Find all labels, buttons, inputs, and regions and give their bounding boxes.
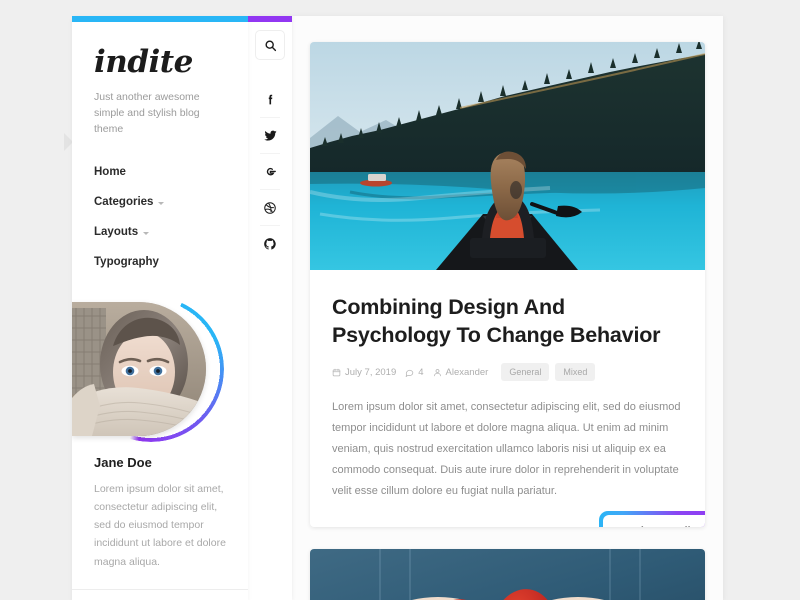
nav-label: Typography bbox=[94, 256, 159, 269]
social-link-github[interactable] bbox=[248, 226, 292, 261]
sidebar: indite Just another awesome simple and s… bbox=[72, 16, 248, 600]
post-date-text: July 7, 2019 bbox=[345, 366, 397, 378]
social-link-google[interactable] bbox=[248, 154, 292, 189]
post-featured-image bbox=[310, 42, 705, 270]
author-bio: Lorem ipsum dolor sit amet, consectetur … bbox=[94, 483, 226, 568]
accent-bar-blue bbox=[72, 16, 248, 22]
main-navigation: Home Categories Layouts Typography bbox=[94, 157, 226, 277]
comment-icon bbox=[405, 369, 414, 377]
facebook-icon bbox=[268, 94, 272, 105]
app-stage: indite Just another awesome simple and s… bbox=[0, 0, 800, 600]
avatar bbox=[72, 302, 206, 437]
accent-bar-purple bbox=[248, 16, 292, 22]
twitter-icon bbox=[263, 130, 277, 141]
post-comment-count: 4 bbox=[405, 366, 424, 378]
sidebar-divider bbox=[72, 588, 248, 590]
post-tags: General Mixed bbox=[501, 363, 596, 382]
search-icon bbox=[264, 39, 276, 51]
post-author-text: Alexander bbox=[445, 366, 489, 378]
site-tagline: Just another awesome simple and stylish … bbox=[94, 90, 200, 136]
post-body: Combining Design And Psychology To Chang… bbox=[310, 270, 705, 528]
author-avatar-block bbox=[72, 293, 248, 445]
social-strip bbox=[248, 16, 292, 600]
nav-item-categories[interactable]: Categories bbox=[94, 187, 226, 217]
post-featured-image bbox=[310, 549, 705, 600]
social-link-twitter[interactable] bbox=[248, 118, 292, 153]
continue-reading-link[interactable]: Continue reading... bbox=[617, 525, 705, 527]
dribbble-icon bbox=[264, 201, 276, 214]
post-author: Alexander bbox=[433, 366, 489, 378]
nav-label: Categories bbox=[94, 196, 154, 209]
search-button[interactable] bbox=[255, 30, 285, 60]
github-icon bbox=[264, 237, 276, 250]
google-icon bbox=[266, 167, 276, 175]
post-comment-count-text: 4 bbox=[418, 366, 424, 378]
top-accent-bar bbox=[72, 16, 292, 22]
post-date: July 7, 2019 bbox=[332, 367, 396, 378]
post-card: Combining Design And Psychology To Chang… bbox=[310, 42, 705, 528]
post-excerpt: Lorem ipsum dolor sit amet, consectetur … bbox=[332, 401, 681, 497]
post-meta: July 7, 2019 4 Alexander General Mixed bbox=[332, 363, 683, 382]
main-content: Combining Design And Psychology To Chang… bbox=[292, 16, 723, 600]
social-links-list bbox=[248, 82, 292, 261]
calendar-icon bbox=[332, 368, 341, 376]
chevron-down-icon bbox=[143, 231, 150, 235]
nav-label: Home bbox=[94, 166, 126, 179]
tag-general[interactable]: General bbox=[501, 363, 550, 382]
social-link-dribbble[interactable] bbox=[248, 190, 292, 225]
continue-reading-bracket: Continue reading... bbox=[599, 511, 705, 528]
user-icon bbox=[433, 368, 441, 376]
nav-item-typography[interactable]: Typography bbox=[94, 247, 226, 277]
chevron-down-icon bbox=[158, 201, 165, 205]
post-card bbox=[310, 549, 705, 600]
nav-label: Layouts bbox=[94, 226, 139, 239]
site-logo[interactable]: indite bbox=[94, 46, 226, 79]
author-name: Jane Doe bbox=[94, 455, 152, 471]
tag-mixed[interactable]: Mixed bbox=[555, 363, 596, 382]
nav-item-home[interactable]: Home bbox=[94, 157, 226, 187]
post-title[interactable]: Combining Design And Psychology To Chang… bbox=[332, 294, 683, 349]
social-link-facebook[interactable] bbox=[248, 82, 292, 117]
nav-item-layouts[interactable]: Layouts bbox=[94, 217, 226, 247]
